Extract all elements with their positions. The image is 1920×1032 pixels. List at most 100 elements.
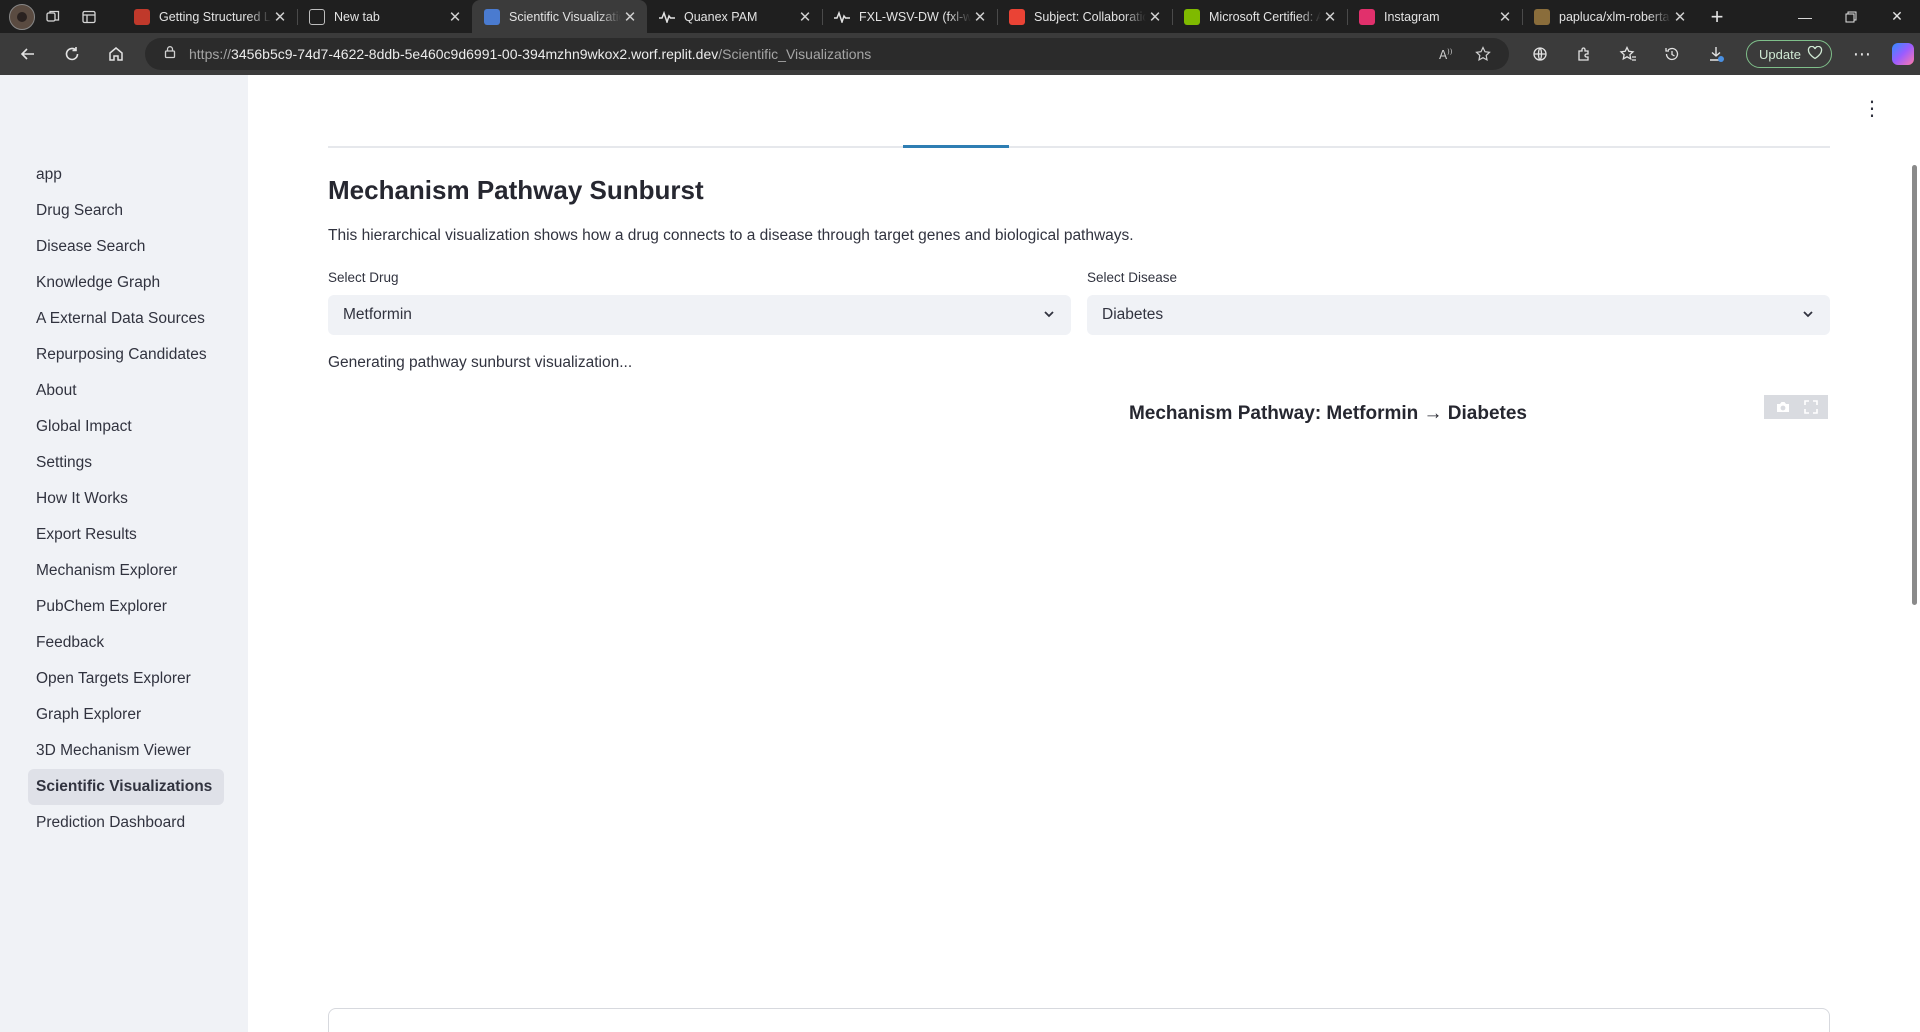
sidebar-item-about[interactable]: About: [28, 373, 224, 409]
sidebar-item-repurposing-candidates[interactable]: Repurposing Candidates: [28, 337, 224, 373]
sidebar-item-prediction-dashboard[interactable]: Prediction Dashboard: [28, 805, 224, 841]
close-tab-icon[interactable]: ✕: [796, 8, 814, 26]
sidebar-item-how-it-works[interactable]: How It Works: [28, 481, 224, 517]
sidebar-item-scientific-visualizations[interactable]: Scientific Visualizations: [28, 769, 224, 805]
sidebar-item-pubchem-explorer[interactable]: PubChem Explorer: [28, 589, 224, 625]
favorite-star-icon[interactable]: [1467, 42, 1499, 66]
app-menu-icon[interactable]: ⋮: [1862, 99, 1882, 119]
browser-tab[interactable]: Subject: Collaboration ✕: [997, 0, 1172, 33]
chart-modebar: [1764, 395, 1828, 419]
select-disease-value: Diabetes: [1102, 306, 1164, 323]
select-drug-value: Metformin: [343, 306, 412, 323]
sidebar-item-global-impact[interactable]: Global Impact: [28, 409, 224, 445]
close-tab-icon[interactable]: ✕: [1671, 8, 1689, 26]
circle-red-icon: [134, 8, 150, 25]
downloads-icon[interactable]: [1694, 36, 1738, 72]
read-aloud-icon[interactable]: A)): [1431, 42, 1463, 66]
pulse-icon: [834, 9, 850, 25]
update-button[interactable]: Update: [1746, 40, 1832, 68]
browser-tab[interactable]: Instagram ✕: [1347, 0, 1522, 33]
workspaces-icon[interactable]: [35, 3, 71, 31]
sidebar-item-export-results[interactable]: Export Results: [28, 517, 224, 553]
extension-icon[interactable]: [1518, 36, 1562, 72]
sidebar-item-feedback[interactable]: Feedback: [28, 625, 224, 661]
microsoft-icon: [1184, 8, 1200, 25]
close-tab-icon[interactable]: ✕: [1496, 8, 1514, 26]
page-icon: [309, 8, 325, 25]
profile-avatar[interactable]: [9, 3, 35, 30]
history-icon[interactable]: [1650, 36, 1694, 72]
sidebar-item-a-external-data-sources[interactable]: A External Data Sources: [28, 301, 224, 337]
close-tab-icon[interactable]: ✕: [1321, 8, 1339, 26]
new-tab-button[interactable]: +: [1699, 0, 1735, 33]
sidebar-nav: app Drug Search Disease Search Knowledge Gr…: [28, 157, 224, 841]
fullscreen-icon[interactable]: [1803, 400, 1818, 414]
tab-title: FXL-WSV-DW (fxl-wsv-dw): [859, 9, 971, 24]
close-tab-icon[interactable]: ✕: [271, 8, 289, 26]
close-tab-icon[interactable]: ✕: [446, 8, 464, 26]
extensions-puzzle-icon[interactable]: [1562, 36, 1606, 72]
instagram-icon: [1359, 8, 1375, 25]
camera-icon[interactable]: [1775, 400, 1791, 414]
browser-tab[interactable]: New tab ✕: [297, 0, 472, 33]
sidebar-item-settings[interactable]: Settings: [28, 445, 224, 481]
select-drug-dropdown[interactable]: Metformin: [328, 295, 1071, 335]
restore-icon[interactable]: [1828, 0, 1874, 33]
select-disease-label: Select Disease: [1087, 270, 1178, 285]
browser-tab[interactable]: papluca/xlm-roberta ✕: [1522, 0, 1697, 33]
more-options-icon[interactable]: ⋯: [1840, 36, 1884, 72]
update-label: Update: [1759, 46, 1801, 62]
chart-title: Mechanism Pathway: Metformin → Diabetes: [1128, 403, 1528, 424]
sidebar-item-drug-search[interactable]: Drug Search: [28, 193, 224, 229]
gmail-icon: [1009, 8, 1025, 25]
url-host: 3456b5c9-74d7-4622-8ddb-5e460c9d6991-00-…: [231, 46, 719, 62]
back-icon[interactable]: [6, 36, 50, 72]
sidebar-item-knowledge-graph[interactable]: Knowledge Graph: [28, 265, 224, 301]
address-bar[interactable]: https://3456b5c9-74d7-4622-8ddb-5e460c9d…: [145, 38, 1509, 70]
tab-title: New tab: [334, 9, 380, 24]
url-text: https://3456b5c9-74d7-4622-8ddb-5e460c9d…: [189, 46, 871, 62]
sidebar: app Drug Search Disease Search Knowledge Gr…: [0, 75, 248, 1032]
tab-actions-icon[interactable]: [71, 3, 107, 31]
sidebar-item-open-targets-explorer[interactable]: Open Targets Explorer: [28, 661, 224, 697]
tab-title: Quanex PAM: [684, 9, 758, 24]
close-tab-icon[interactable]: ✕: [621, 8, 639, 26]
favorites-icon[interactable]: [1606, 36, 1650, 72]
select-drug-label: Select Drug: [328, 270, 399, 285]
sidebar-item-3d-mechanism-viewer[interactable]: 3D Mechanism Viewer: [28, 733, 224, 769]
refresh-icon[interactable]: [50, 36, 94, 72]
close-window-icon[interactable]: ✕: [1874, 0, 1920, 33]
close-tab-icon[interactable]: ✕: [971, 8, 989, 26]
status-message: Generating pathway sunburst visualizatio…: [328, 354, 633, 371]
sidebar-item-disease-search[interactable]: Disease Search: [28, 229, 224, 265]
minimize-icon[interactable]: —: [1782, 0, 1828, 33]
update-heart-icon: [1807, 45, 1823, 63]
browser-tab[interactable]: FXL-WSV-DW (fxl-wsv-dw)✕: [822, 0, 997, 33]
home-icon[interactable]: [94, 36, 138, 72]
app-page: app Drug Search Disease Search Knowledge Gr…: [0, 75, 1920, 1032]
sidebar-item-app[interactable]: app: [28, 157, 224, 193]
sidebar-item-mechanism-explorer[interactable]: Mechanism Explorer: [28, 553, 224, 589]
browser-tab[interactable]: Microsoft Certified: Azure✕: [1172, 0, 1347, 33]
browser-tab[interactable]: Scientific Visualizations✕: [472, 0, 647, 33]
chevron-down-icon: [1041, 306, 1057, 327]
active-tab-indicator[interactable]: [903, 145, 1009, 148]
select-disease-dropdown[interactable]: Diabetes: [1087, 295, 1830, 335]
chart-icon: [484, 8, 500, 25]
scrollbar[interactable]: [1908, 75, 1920, 1032]
url-scheme: https://: [189, 46, 232, 62]
browser-tab[interactable]: Quanex PAM ✕: [647, 0, 822, 33]
main-content: ⋮ Mechanism Pathway Sunburst This hierar…: [248, 75, 1920, 1032]
page-description: This hierarchical visualization shows ho…: [328, 227, 1134, 244]
copilot-icon[interactable]: [1891, 43, 1914, 65]
tab-title: Microsoft Certified: Azure: [1209, 9, 1321, 24]
browser-tab[interactable]: Getting Structured LLM✕: [122, 0, 297, 33]
close-tab-icon[interactable]: ✕: [1146, 8, 1164, 26]
lock-icon[interactable]: [163, 45, 177, 64]
pulse-icon: [659, 9, 675, 25]
expander-box[interactable]: [328, 1008, 1830, 1032]
hf-icon: [1534, 8, 1550, 25]
page-title: Mechanism Pathway Sunburst: [328, 175, 704, 205]
sidebar-item-graph-explorer[interactable]: Graph Explorer: [28, 697, 224, 733]
scrollbar-thumb[interactable]: [1912, 165, 1917, 605]
